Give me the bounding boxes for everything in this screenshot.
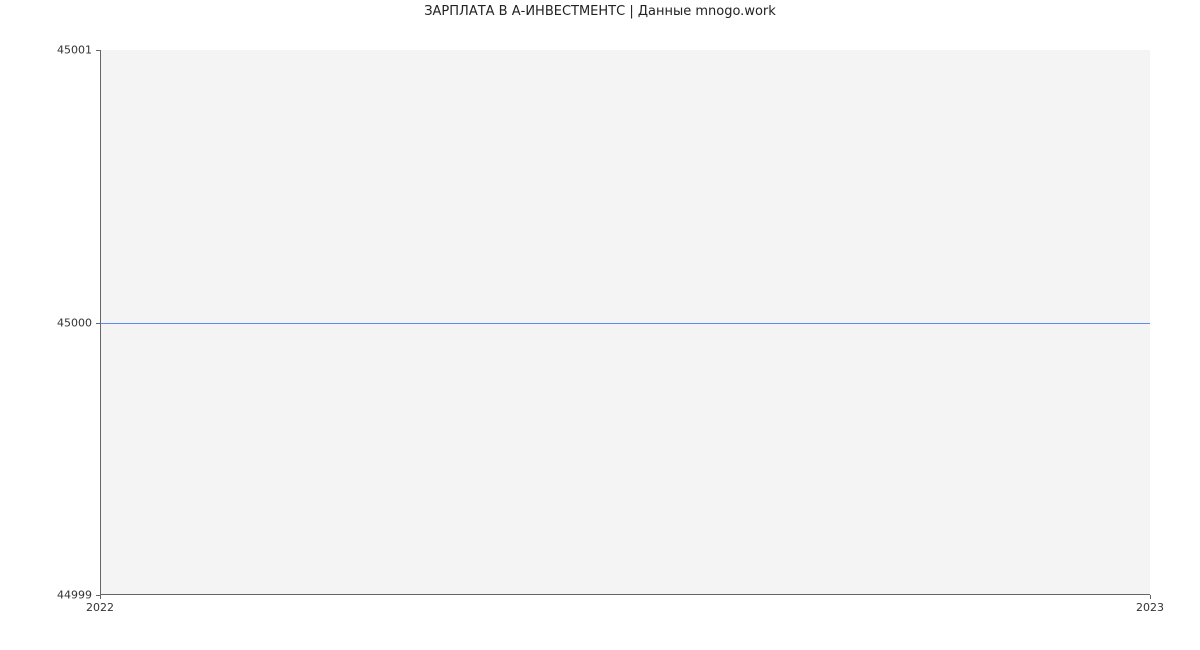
x-tick-label: 2022 — [86, 601, 114, 614]
salary-chart: ЗАРПЛАТА В А-ИНВЕСТМЕНТС | Данные mnogo.… — [0, 0, 1200, 650]
y-tick-label: 44999 — [0, 589, 92, 602]
series-line — [101, 323, 1150, 324]
x-tick — [100, 595, 101, 599]
plot-area — [100, 50, 1150, 595]
x-tick-label: 2023 — [1136, 601, 1164, 614]
y-tick-label: 45001 — [0, 44, 92, 57]
chart-title: ЗАРПЛАТА В А-ИНВЕСТМЕНТС | Данные mnogo.… — [0, 4, 1200, 19]
y-tick-label: 45000 — [0, 316, 92, 329]
x-tick — [1150, 595, 1151, 599]
